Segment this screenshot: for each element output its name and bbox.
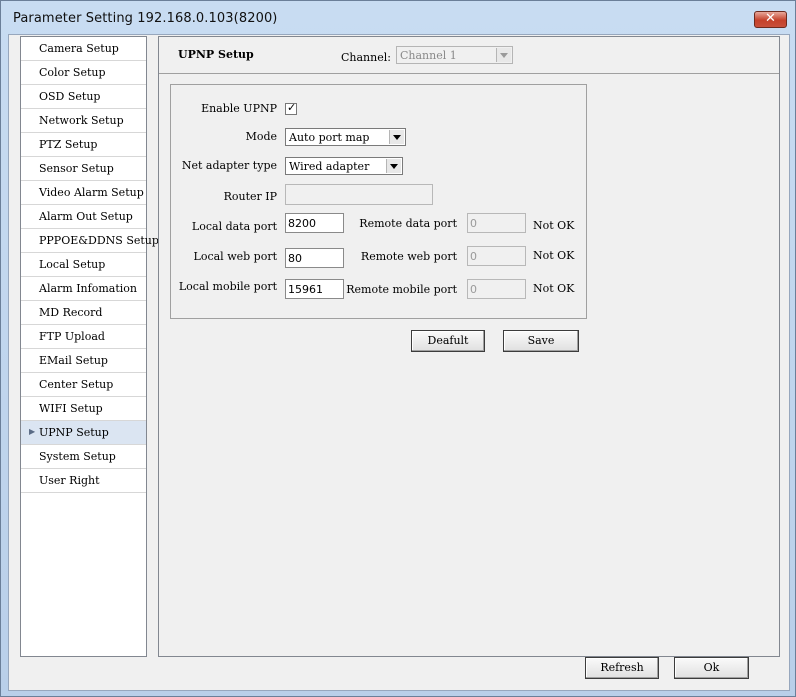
enable-upnp-checkbox[interactable]: ✓	[285, 101, 297, 115]
sidebar-item-ptz-setup[interactable]: PTZ Setup	[21, 133, 146, 157]
remote-mobile-port-label: Remote mobile port	[346, 283, 457, 296]
sidebar-item-system-setup[interactable]: System Setup	[21, 445, 146, 469]
parameter-setting-window: Parameter Setting 192.168.0.103(8200) ✕ …	[0, 0, 796, 697]
sidebar-item-upnp-setup[interactable]: ▶ UPNP Setup	[21, 421, 146, 445]
sidebar-item-label: MD Record	[39, 306, 103, 319]
sidebar-item-alarm-out-setup[interactable]: Alarm Out Setup	[21, 205, 146, 229]
sidebar-item-user-right[interactable]: User Right	[21, 469, 146, 493]
chevron-down-icon	[386, 159, 401, 173]
local-data-port-value: 8200	[288, 217, 316, 230]
remote-web-port-label: Remote web port	[360, 250, 457, 263]
sidebar-item-alarm-infomation[interactable]: Alarm Infomation	[21, 277, 146, 301]
remote-data-port-field[interactable]: 0	[467, 213, 526, 233]
sidebar-item-color-setup[interactable]: Color Setup	[21, 61, 146, 85]
sidebar-item-ftp-upload[interactable]: FTP Upload	[21, 325, 146, 349]
sidebar-item-label: Alarm Infomation	[39, 282, 137, 295]
router-ip-field[interactable]	[285, 184, 433, 205]
remote-web-port-value: 0	[470, 250, 477, 263]
default-button[interactable]: Deafult	[411, 330, 485, 352]
close-icon: ✕	[765, 11, 776, 26]
sidebar-item-label: OSD Setup	[39, 90, 101, 103]
sidebar-item-label: Camera Setup	[39, 42, 119, 55]
sidebar-item-pppoe-ddns-setup[interactable]: PPPOE&DDNS Setup	[21, 229, 159, 253]
sidebar-item-camera-setup[interactable]: Camera Setup	[21, 37, 146, 61]
ok-button[interactable]: Ok	[674, 657, 749, 679]
checkmark-icon: ✓	[287, 101, 297, 114]
sidebar-item-label: Local Setup	[39, 258, 106, 271]
remote-mobile-port-status: Not OK	[533, 282, 575, 295]
sidebar-item-local-setup[interactable]: Local Setup	[21, 253, 146, 277]
sidebar-item-label: FTP Upload	[39, 330, 105, 343]
remote-data-port-value: 0	[470, 217, 477, 230]
sidebar-item-md-record[interactable]: MD Record	[21, 301, 146, 325]
sidebar-item-label: Video Alarm Setup	[39, 186, 144, 199]
page-title: UPNP Setup	[178, 48, 254, 61]
local-mobile-port-field[interactable]: 15961	[285, 279, 344, 299]
mode-label: Mode	[245, 130, 277, 143]
sidebar-item-label: PPPOE&DDNS Setup	[39, 234, 159, 247]
remote-data-port-status: Not OK	[533, 219, 575, 232]
local-mobile-port-label: Local mobile port	[178, 280, 277, 293]
net-adapter-type-value: Wired adapter	[289, 160, 370, 173]
net-adapter-type-select[interactable]: Wired adapter	[285, 157, 403, 175]
sidebar-item-label: Center Setup	[39, 378, 114, 391]
panel-header: UPNP Setup Channel: Channel 1	[159, 37, 779, 74]
sidebar-item-label: Alarm Out Setup	[39, 210, 133, 223]
remote-mobile-port-field[interactable]: 0	[467, 279, 526, 299]
remote-web-port-field[interactable]: 0	[467, 246, 526, 266]
window-title: Parameter Setting 192.168.0.103(8200)	[13, 11, 278, 26]
mode-select[interactable]: Auto port map	[285, 128, 406, 146]
refresh-button[interactable]: Refresh	[585, 657, 659, 679]
sidebar-item-label: Sensor Setup	[39, 162, 114, 175]
channel-select[interactable]: Channel 1	[396, 46, 513, 64]
local-web-port-label: Local web port	[193, 250, 277, 263]
channel-select-value: Channel 1	[400, 49, 457, 62]
sidebar-item-osd-setup[interactable]: OSD Setup	[21, 85, 146, 109]
save-button[interactable]: Save	[503, 330, 579, 352]
net-adapter-type-label: Net adapter type	[181, 159, 277, 172]
remote-data-port-label: Remote data port	[359, 217, 457, 230]
sidebar-item-label: System Setup	[39, 450, 116, 463]
sidebar-item-label: UPNP Setup	[39, 426, 109, 439]
local-web-port-value: 80	[288, 252, 302, 265]
title-bar[interactable]: Parameter Setting 192.168.0.103(8200) ✕	[1, 1, 795, 35]
close-button[interactable]: ✕	[754, 11, 787, 28]
sidebar-item-center-setup[interactable]: Center Setup	[21, 373, 146, 397]
chevron-down-icon	[496, 48, 511, 62]
sidebar-item-label: User Right	[39, 474, 100, 487]
local-web-port-field[interactable]: 80	[285, 248, 344, 268]
sidebar-item-label: Color Setup	[39, 66, 106, 79]
sidebar-item-label: EMail Setup	[39, 354, 108, 367]
enable-upnp-label: Enable UPNP	[201, 102, 277, 115]
sidebar-item-video-alarm-setup[interactable]: Video Alarm Setup	[21, 181, 146, 205]
sidebar-item-label: PTZ Setup	[39, 138, 98, 151]
local-data-port-label: Local data port	[191, 220, 277, 233]
chevron-down-icon	[389, 130, 404, 144]
local-data-port-field[interactable]: 8200	[285, 213, 344, 233]
sidebar-item-sensor-setup[interactable]: Sensor Setup	[21, 157, 146, 181]
sidebar-item-label: Network Setup	[39, 114, 124, 127]
sidebar-item-wifi-setup[interactable]: WIFI Setup	[21, 397, 146, 421]
sidebar-item-email-setup[interactable]: EMail Setup	[21, 349, 146, 373]
settings-sidebar: Camera Setup Color Setup OSD Setup Netwo…	[20, 36, 159, 657]
sidebar-item-label: WIFI Setup	[39, 402, 103, 415]
sidebar-item-network-setup[interactable]: Network Setup	[21, 109, 146, 133]
remote-web-port-status: Not OK	[533, 249, 575, 262]
mode-select-value: Auto port map	[289, 131, 370, 144]
selected-arrow-icon: ▶	[29, 427, 36, 436]
local-mobile-port-value: 15961	[288, 283, 323, 296]
router-ip-label: Router IP	[223, 190, 277, 203]
channel-label: Channel:	[341, 51, 391, 64]
remote-mobile-port-value: 0	[470, 283, 477, 296]
